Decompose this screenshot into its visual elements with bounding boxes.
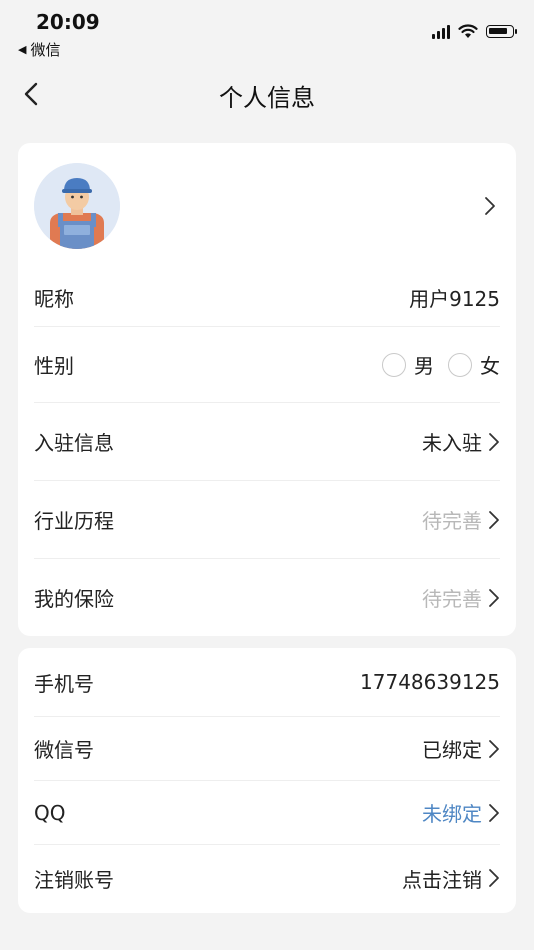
gender-row: 性别 男 女 [34, 327, 500, 403]
worker-avatar-icon [34, 163, 120, 249]
gender-female-radio[interactable]: 女 [448, 350, 500, 379]
my-insurance-status: 待完善 [422, 587, 482, 611]
nickname-label: 昵称 [34, 287, 74, 311]
industry-history-status: 待完善 [422, 509, 482, 533]
phone-value: 17748639125 [360, 670, 500, 694]
account-card: 手机号 17748639125 微信号 已绑定 QQ 未绑定 注销账号 点击注销 [18, 648, 516, 913]
gender-male-radio[interactable]: 男 [382, 350, 434, 379]
industry-history-value: 待完善 [422, 505, 500, 534]
settle-info-value: 未入驻 [422, 427, 500, 456]
wifi-icon [458, 24, 478, 38]
cancel-account-value: 点击注销 [402, 864, 500, 893]
chevron-right-icon [489, 869, 499, 887]
radio-circle-icon [448, 352, 472, 377]
wechat-label: 微信号 [34, 738, 94, 762]
chevron-right-icon [489, 588, 499, 607]
qq-status: 未绑定 [422, 802, 482, 826]
back-app-label: 微信 [30, 41, 61, 59]
battery-icon [486, 25, 517, 38]
qq-value: 未绑定 [422, 798, 500, 827]
wechat-value: 已绑定 [422, 734, 500, 763]
wechat-status: 已绑定 [422, 738, 482, 762]
phone-row[interactable]: 手机号 17748639125 [34, 648, 500, 717]
status-time: 20:09 [36, 10, 100, 34]
industry-history-label: 行业历程 [34, 509, 114, 533]
settle-info-label: 入驻信息 [34, 431, 114, 455]
gender-female-label: 女 [480, 354, 500, 378]
avatar-row[interactable] [18, 143, 516, 269]
chevron-right-icon [489, 432, 499, 451]
cancel-account-row[interactable]: 注销账号 点击注销 [34, 845, 500, 911]
chevron-right-icon [489, 510, 499, 529]
cancel-account-action: 点击注销 [402, 867, 482, 892]
nickname-value: 用户9125 [409, 287, 500, 311]
status-bar: 20:09 ◀ 微信 [0, 0, 534, 62]
qq-label: QQ [34, 800, 66, 825]
wechat-row[interactable]: 微信号 已绑定 [34, 717, 500, 781]
qq-row[interactable]: QQ 未绑定 [34, 781, 500, 845]
back-triangle-icon: ◀ [18, 43, 27, 56]
chevron-right-icon [485, 197, 495, 215]
cancel-account-label: 注销账号 [34, 867, 114, 892]
back-to-app-link[interactable]: ◀ 微信 [18, 39, 60, 60]
industry-history-row[interactable]: 行业历程 待完善 [34, 481, 500, 559]
chevron-right-icon [489, 803, 499, 822]
gender-label: 性别 [34, 354, 74, 378]
cellular-signal-icon [432, 24, 450, 39]
my-insurance-value: 待完善 [422, 583, 500, 612]
settle-info-row[interactable]: 入驻信息 未入驻 [34, 403, 500, 481]
avatar [34, 163, 120, 249]
my-insurance-label: 我的保险 [34, 587, 114, 611]
gender-male-label: 男 [414, 354, 434, 378]
gender-options: 男 女 [368, 350, 500, 379]
radio-circle-icon [382, 352, 406, 377]
system-icons [432, 24, 517, 39]
phone-label: 手机号 [34, 671, 94, 696]
chevron-right-icon [489, 739, 499, 758]
nav-bar: 个人信息 [0, 62, 534, 126]
profile-card: 昵称 用户9125 性别 男 女 入驻信息 未入驻 行业历程 待完善 我的保险 … [18, 143, 516, 636]
my-insurance-row[interactable]: 我的保险 待完善 [34, 559, 500, 636]
page-title: 个人信息 [219, 84, 315, 112]
settle-info-status: 未入驻 [422, 431, 482, 455]
nickname-row[interactable]: 昵称 用户9125 [34, 269, 500, 327]
